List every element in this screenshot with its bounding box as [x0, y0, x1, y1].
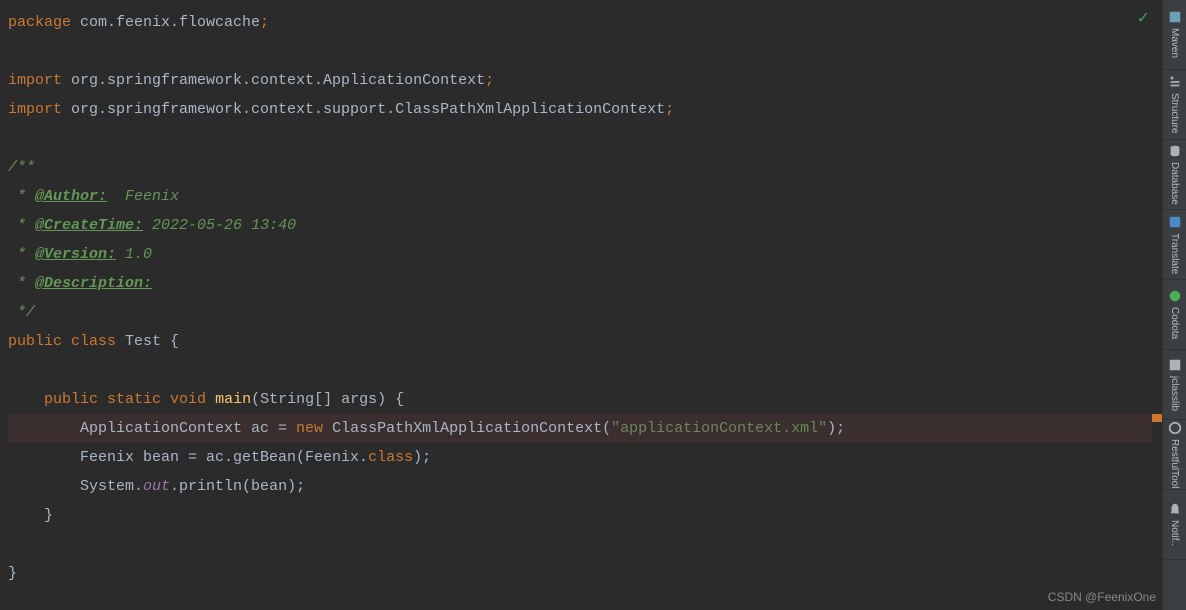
semicolon: ; [260, 14, 269, 31]
keyword-import: import [8, 101, 71, 118]
keyword-package: package [8, 14, 80, 31]
code-end: ); [827, 420, 845, 437]
jclasslib-tool-button[interactable]: jclasslib [1163, 350, 1186, 420]
code-text: System. [8, 478, 143, 495]
method-main: main [215, 391, 251, 408]
javadoc-description-tag: @Description: [35, 275, 152, 292]
javadoc-version-value: 1.0 [116, 246, 152, 263]
comment-star: * [8, 188, 35, 205]
warning-marker[interactable] [1152, 414, 1162, 422]
structure-tool-button[interactable]: Structure [1163, 70, 1186, 140]
class-reference: ClassPathXmlApplicationContext( [332, 420, 611, 437]
codota-icon [1168, 289, 1182, 303]
code-text: ApplicationContext ac = [8, 420, 296, 437]
code-end: ); [413, 449, 431, 466]
comment-block-end: */ [8, 304, 35, 321]
tool-label: Structure [1169, 93, 1180, 134]
package-name: com.feenix.flowcache [80, 14, 260, 31]
keyword-public: public [8, 333, 71, 350]
database-icon [1168, 144, 1182, 158]
translate-tool-button[interactable]: Translate [1163, 210, 1186, 280]
keyword-import: import [8, 72, 71, 89]
javadoc-createtime-value: 2022-05-26 13:40 [143, 217, 296, 234]
keyword-public: public [8, 391, 107, 408]
restfultool-button[interactable]: RestfulTool [1163, 420, 1186, 490]
brace: { [170, 333, 179, 350]
brace-close: } [8, 565, 17, 582]
maven-tool-button[interactable]: Maven [1163, 0, 1186, 70]
database-tool-button[interactable]: Database [1163, 140, 1186, 210]
tool-label: Codota [1169, 307, 1180, 339]
semicolon: ; [665, 101, 674, 118]
translate-icon [1168, 215, 1182, 229]
code-editor[interactable]: ✓ package com.feenix.flowcache; import o… [0, 0, 1162, 610]
brace-close: } [8, 507, 53, 524]
tool-label: Notif.. [1169, 520, 1180, 546]
import-path: org.springframework.context.ApplicationC… [71, 72, 485, 89]
javadoc-createtime-tag: @CreateTime: [35, 217, 143, 234]
maven-icon [1168, 10, 1182, 24]
watermark-text: CSDN @FeenixOne [1048, 590, 1156, 604]
right-tool-panel: Maven Structure Database Translate Codot… [1162, 0, 1186, 610]
comment-star: * [8, 246, 35, 263]
structure-icon [1168, 75, 1182, 89]
field-out: out [143, 478, 170, 495]
comment-star: * [8, 217, 35, 234]
comment-star: * [8, 275, 35, 292]
keyword-static: static [107, 391, 170, 408]
keyword-class: class [71, 333, 125, 350]
tool-label: jclasslib [1169, 376, 1180, 411]
javadoc-version-tag: @Version: [35, 246, 116, 263]
semicolon: ; [485, 72, 494, 89]
tool-label: RestfulTool [1169, 439, 1180, 488]
javadoc-author-value: Feenix [107, 188, 179, 205]
string-literal: "applicationContext.xml" [611, 420, 827, 437]
bell-icon [1168, 502, 1182, 516]
tool-label: Database [1169, 162, 1180, 205]
restful-icon [1168, 421, 1182, 435]
class-name: Test [125, 333, 170, 350]
notifications-tool-button[interactable]: Notif.. [1163, 490, 1186, 560]
keyword-class-literal: class [368, 449, 413, 466]
method-params: (String[] args) { [251, 391, 404, 408]
editor-scrollbar[interactable] [1152, 0, 1162, 610]
jclasslib-icon [1168, 358, 1182, 372]
highlighted-line: ApplicationContext ac = new ClassPathXml… [8, 414, 1162, 443]
import-path: org.springframework.context.support.Clas… [71, 101, 665, 118]
comment-block-start: /** [8, 159, 35, 176]
tool-label: Translate [1169, 233, 1180, 274]
codota-tool-button[interactable]: Codota [1163, 280, 1186, 350]
tool-label: Maven [1169, 28, 1180, 58]
code-text: Feenix bean = ac.getBean(Feenix. [8, 449, 368, 466]
code-println: .println(bean); [170, 478, 305, 495]
keyword-void: void [170, 391, 215, 408]
javadoc-author-tag: @Author: [35, 188, 107, 205]
keyword-new: new [296, 420, 332, 437]
